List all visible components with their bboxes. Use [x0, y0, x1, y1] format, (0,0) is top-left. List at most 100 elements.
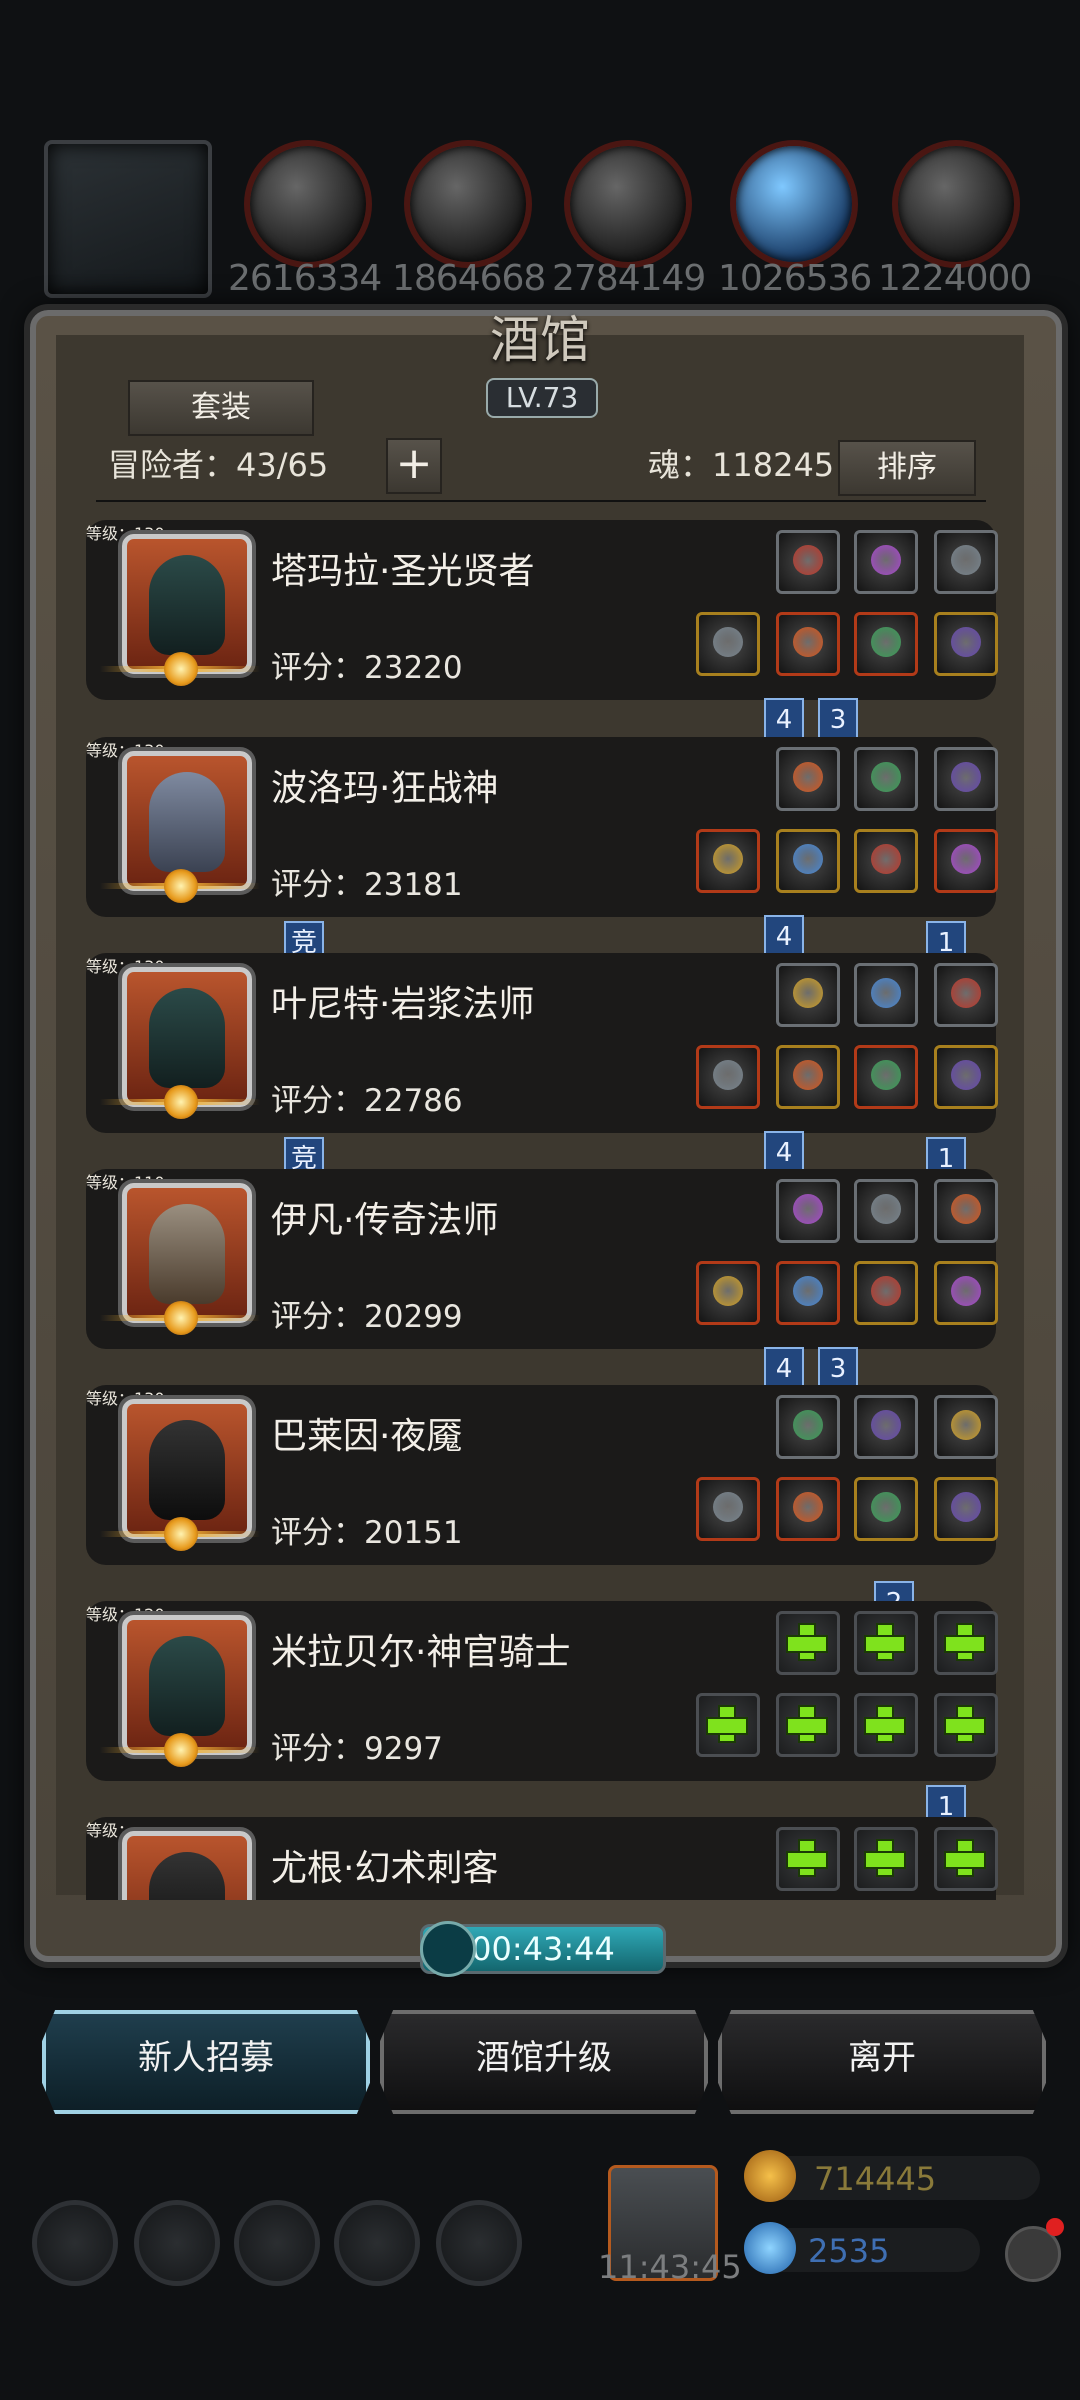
equipment-slot[interactable]: [854, 747, 918, 811]
star-icon[interactable]: [134, 2200, 220, 2286]
hero-card[interactable]: 叶尼特·岩浆法师 等级：130 评分：22786: [86, 953, 998, 1133]
resource-wood-count: 1864668: [392, 258, 546, 299]
stone-icon[interactable]: [564, 140, 692, 268]
equipment-icon: [793, 1194, 823, 1224]
equipment-slot[interactable]: [934, 963, 998, 1027]
equipment-icon: [793, 978, 823, 1008]
equipment-icon: [793, 1492, 823, 1522]
gold-amount: 714445: [814, 2160, 937, 2198]
hero-avatar[interactable]: [122, 1831, 252, 1900]
hero-card[interactable]: 伊凡·传奇法师 等级：110 评分：20299: [86, 1169, 998, 1349]
hero-portrait-icon: [149, 1420, 225, 1520]
settings-icon[interactable]: [32, 2200, 118, 2286]
equipment-slot[interactable]: [854, 1045, 918, 1109]
add-adventurer-button[interactable]: +: [386, 438, 442, 494]
wood-icon[interactable]: [404, 140, 532, 268]
hero-card[interactable]: 米拉贝尔·神官骑士 等级：120 评分：9297: [86, 1601, 998, 1781]
panel-title: 酒馆: [490, 311, 590, 369]
resource-stone-count: 2784149: [552, 258, 706, 299]
equipment-slot[interactable]: [854, 530, 918, 594]
crystal-icon[interactable]: [730, 140, 858, 268]
add-equipment-slot[interactable]: [776, 1827, 840, 1891]
rank-emblem-icon: [100, 1301, 260, 1335]
hero-portrait-icon: [149, 1852, 225, 1900]
equipment-icon: [951, 1410, 981, 1440]
add-equipment-slot[interactable]: [854, 1611, 918, 1675]
equipment-slot[interactable]: [934, 612, 998, 676]
add-equipment-slot[interactable]: [854, 1827, 918, 1891]
mail-icon[interactable]: [334, 2200, 420, 2286]
add-equipment-slot[interactable]: [934, 1693, 998, 1757]
equipment-icon: [951, 1194, 981, 1224]
equipment-slot[interactable]: [776, 1045, 840, 1109]
equipment-slot[interactable]: [854, 963, 918, 1027]
equipment-slot[interactable]: [776, 530, 840, 594]
equipment-slot[interactable]: [934, 1045, 998, 1109]
equipment-slot[interactable]: [934, 1261, 998, 1325]
equipment-slot[interactable]: [776, 1261, 840, 1325]
add-equipment-slot[interactable]: [776, 1611, 840, 1675]
hero-score: 评分：23181: [271, 867, 463, 903]
equipment-icon: [871, 1194, 901, 1224]
hero-name: 塔玛拉·圣光贤者: [271, 551, 535, 592]
equipment-slot[interactable]: [854, 1395, 918, 1459]
map-icon[interactable]: [436, 2200, 522, 2286]
equipment-slot[interactable]: [776, 1179, 840, 1243]
equipment-icon: [713, 1492, 743, 1522]
hero-list[interactable]: 塔玛拉·圣光贤者 等级：130 评分：23220 4 3 波洛玛·狂战神 等级：130 评分：…: [56, 515, 1024, 1900]
equipment-slot[interactable]: [776, 963, 840, 1027]
suit-button[interactable]: 套装: [128, 380, 314, 436]
equipment-slot[interactable]: [854, 1477, 918, 1541]
hero-name: 尤根·幻术刺客: [271, 1848, 499, 1889]
equipment-slot[interactable]: [854, 1261, 918, 1325]
leave-button[interactable]: 离开: [718, 2010, 1046, 2114]
equipment-icon: [871, 545, 901, 575]
equipment-slot[interactable]: [854, 829, 918, 893]
iron-icon[interactable]: [892, 140, 1020, 268]
equipment-slot[interactable]: [934, 1395, 998, 1459]
equipment-slot[interactable]: [696, 1045, 760, 1109]
upgrade-tavern-button[interactable]: 酒馆升级: [380, 2010, 708, 2114]
hero-card[interactable]: 巴莱因·夜魇 等级：130 评分：20151: [86, 1385, 998, 1565]
equipment-slot[interactable]: [934, 530, 998, 594]
hero-card[interactable]: 尤根·幻术刺客 等级：: [86, 1817, 998, 1900]
equipment-slot[interactable]: [776, 1395, 840, 1459]
equipment-slot[interactable]: [696, 612, 760, 676]
castle-icon[interactable]: [234, 2200, 320, 2286]
equipment-slot[interactable]: [934, 747, 998, 811]
equipment-icon: [793, 1060, 823, 1090]
sort-button[interactable]: 排序: [838, 440, 976, 496]
hero-card[interactable]: 塔玛拉·圣光贤者 等级：130 评分：23220: [86, 520, 998, 700]
equipment-slot[interactable]: [776, 829, 840, 893]
hero-score: 评分：9297: [271, 1731, 443, 1767]
add-equipment-slot[interactable]: [934, 1611, 998, 1675]
tavern-level-badge: LV.73: [486, 378, 598, 418]
equipment-slot[interactable]: [854, 612, 918, 676]
equipment-icon: [951, 1492, 981, 1522]
add-equipment-slot[interactable]: [696, 1693, 760, 1757]
equipment-icon: [793, 627, 823, 657]
equipment-slot[interactable]: [776, 1477, 840, 1541]
equipment-icon: [871, 978, 901, 1008]
equipment-slot[interactable]: [854, 1179, 918, 1243]
equipment-slot[interactable]: [776, 612, 840, 676]
equipment-slot[interactable]: [776, 747, 840, 811]
equipment-icon: [793, 545, 823, 575]
equipment-slot[interactable]: [934, 1477, 998, 1541]
recruit-button[interactable]: 新人招募: [42, 2010, 370, 2114]
equipment-slot[interactable]: [934, 829, 998, 893]
resource-ore-count: 2616334: [228, 258, 382, 299]
player-portrait[interactable]: [44, 140, 212, 298]
equipment-icon: [871, 1276, 901, 1306]
equipment-slot[interactable]: [696, 1477, 760, 1541]
hero-card[interactable]: 波洛玛·狂战神 等级：130 评分：23181: [86, 737, 998, 917]
equipment-slot[interactable]: [696, 829, 760, 893]
add-equipment-slot[interactable]: [934, 1827, 998, 1891]
equipment-slot[interactable]: [696, 1261, 760, 1325]
add-equipment-slot[interactable]: [776, 1693, 840, 1757]
equipment-slot[interactable]: [934, 1179, 998, 1243]
equipment-icon: [871, 844, 901, 874]
add-equipment-slot[interactable]: [854, 1693, 918, 1757]
resource-iron-count: 1224000: [878, 258, 1032, 299]
ore-icon[interactable]: [244, 140, 372, 268]
